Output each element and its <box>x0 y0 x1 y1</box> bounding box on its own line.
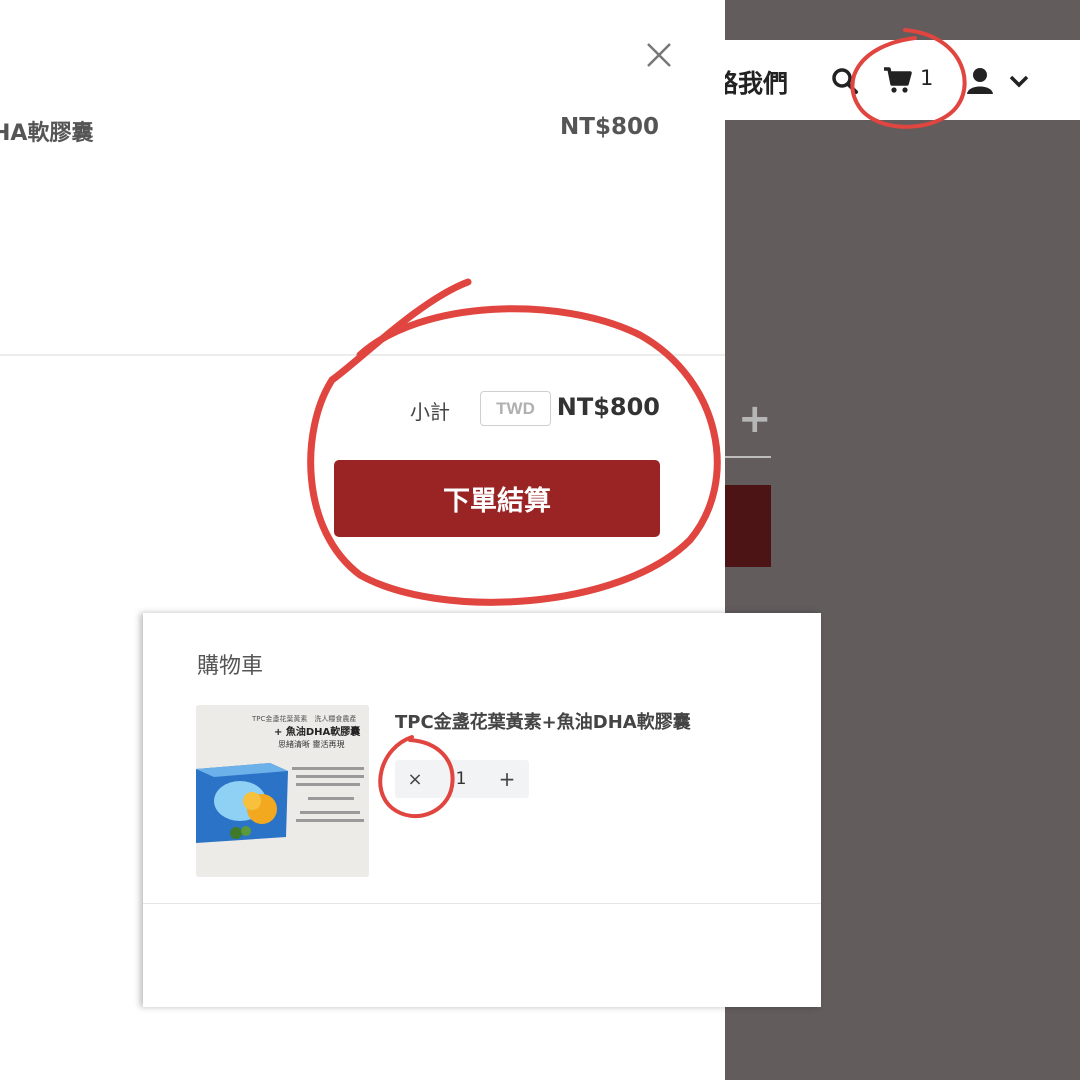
product-name[interactable]: TPC金盞花葉黃素+魚油DHA軟膠囊 <box>395 708 691 734</box>
product-image[interactable]: TPC金盞花葉黃素 洗人糧食農產 + 魚油DHA軟膠囊 思緒清晰 靈活再現 <box>196 705 369 877</box>
checkout-button[interactable]: 下單結算 <box>334 460 660 537</box>
quantity-stepper: × 1 + <box>395 760 529 798</box>
product-image-text-2: + 魚油DHA軟膠囊 <box>274 725 361 738</box>
cart-panel-title: 購物車 <box>197 654 264 679</box>
chevron-down-icon[interactable] <box>1008 72 1030 90</box>
cart-panel: 購物車 TPC金盞花葉黃素 洗人糧食農產 + 魚油DHA軟膠囊 思緒清晰 靈活再… <box>143 613 821 1007</box>
increase-quantity-button[interactable]: + <box>487 760 527 798</box>
drawer-divider <box>0 354 725 356</box>
background-plus-icon: + <box>738 396 772 442</box>
drawer-item-price: NT$800 <box>560 114 659 140</box>
close-icon[interactable] <box>642 38 676 72</box>
background-button <box>725 485 771 567</box>
product-box-illustration: TPC金盞花葉黃素 洗人糧食農產 + 魚油DHA軟膠囊 思緒清晰 靈活再現 <box>196 705 369 877</box>
search-icon[interactable] <box>830 66 860 96</box>
cart-count-badge[interactable]: 1 <box>920 66 933 90</box>
quantity-value[interactable]: 1 <box>435 769 487 789</box>
product-image-text-1: TPC金盞花葉黃素 洗人糧食農產 <box>251 714 356 723</box>
currency-badge: TWD <box>480 391 551 426</box>
cart-icon[interactable] <box>882 66 912 94</box>
remove-item-button[interactable]: × <box>395 760 435 798</box>
drawer-item-name: HA軟膠囊 <box>0 121 94 146</box>
subtotal-label: 小計 <box>410 400 450 424</box>
product-image-text-3: 思緒清晰 靈活再現 <box>278 739 345 749</box>
subtotal-value: NT$800 <box>556 393 660 421</box>
cart-panel-divider <box>143 903 821 904</box>
background-divider <box>725 456 771 458</box>
user-icon[interactable] <box>966 66 994 94</box>
